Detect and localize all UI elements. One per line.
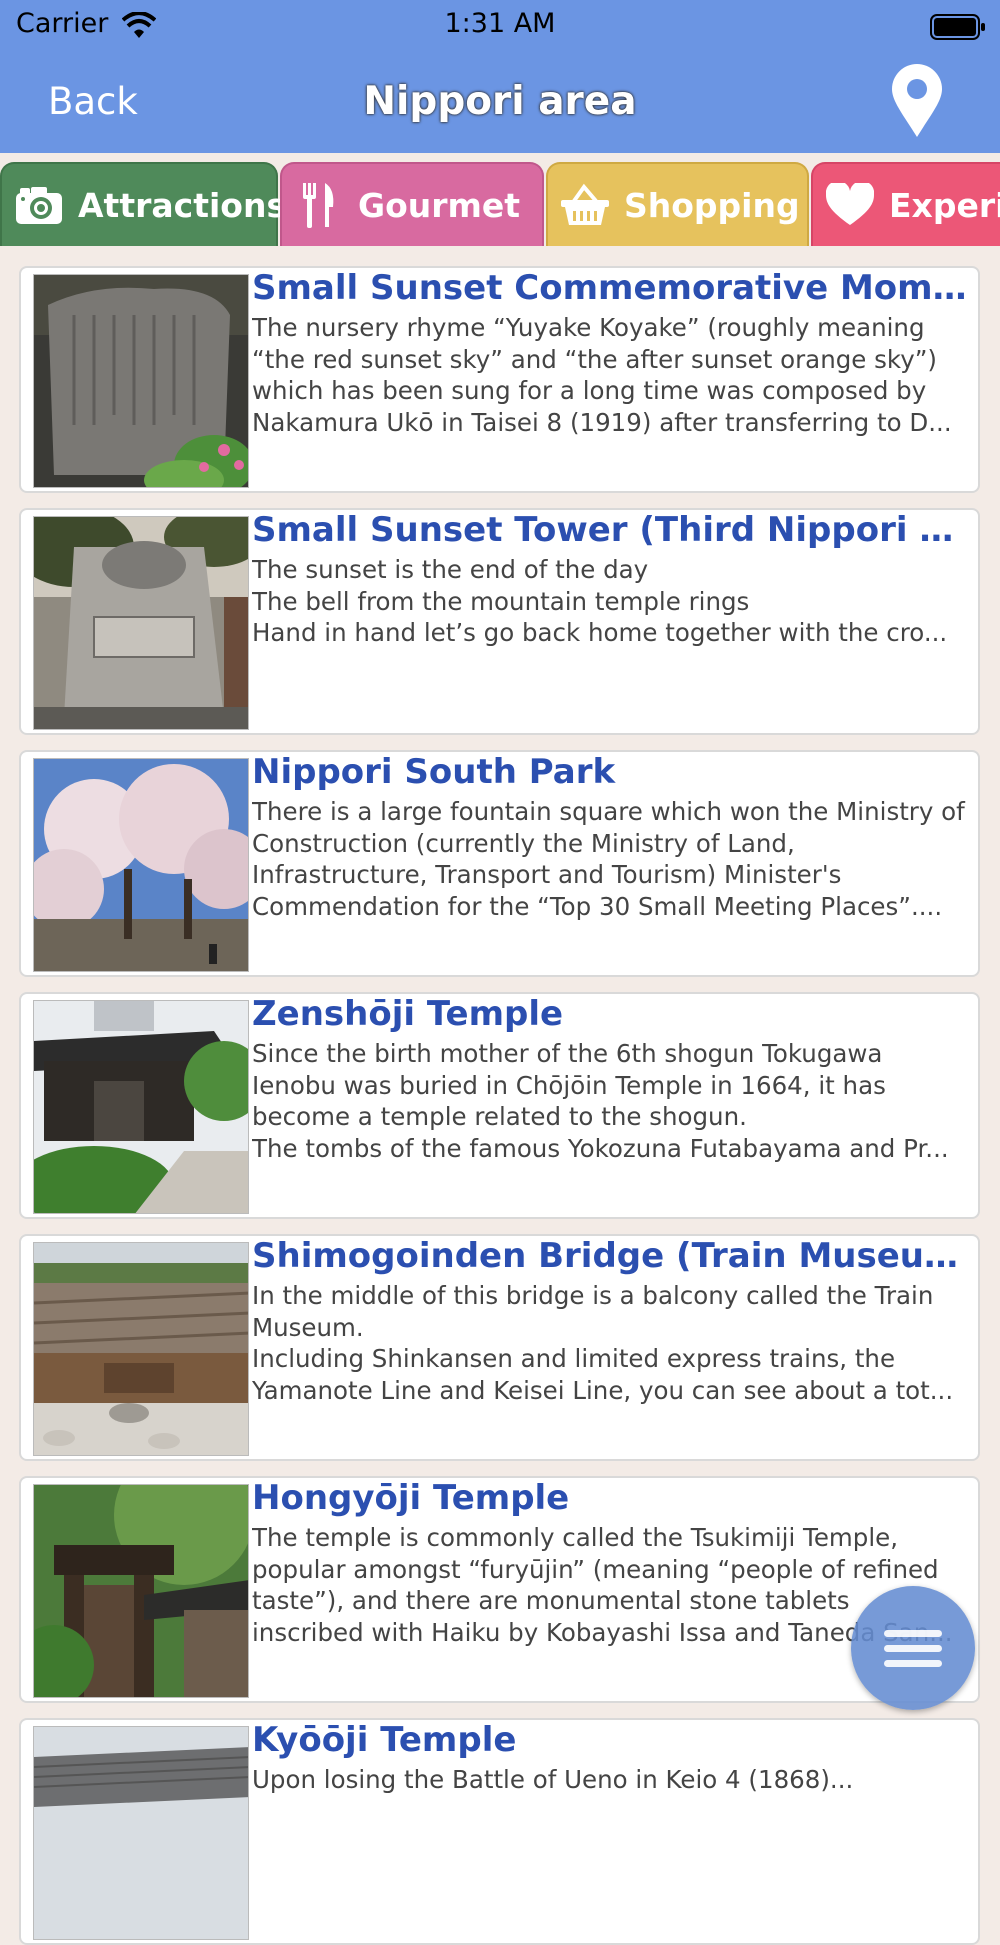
item-description: The nursery rhyme “Yuyake Koyake” (rough… [252, 313, 952, 437]
tab-shopping-label: Shopping [624, 185, 800, 225]
item-title: Small Sunset Commemorative Momume... [252, 268, 972, 308]
navigation-bar: Back Nippori area [0, 55, 1000, 150]
item-description: Upon losing the Battle of Ueno in Keio 4… [252, 1765, 854, 1794]
status-time: 1:31 AM [444, 8, 556, 39]
header-bar: Carrier 1:31 AM Back Nippori area [0, 0, 1000, 153]
tab-experience[interactable]: Experie [811, 162, 1000, 246]
list-item[interactable]: Small Sunset Commemorative Momume... The… [19, 266, 980, 493]
camera-icon [14, 181, 64, 229]
list-item[interactable]: Kyōōji Temple Upon losing the Battle of … [19, 1718, 980, 1945]
fork-knife-icon [294, 181, 344, 229]
thumbnail-image [33, 1242, 249, 1456]
item-description: There is a large fountain square which w… [252, 797, 965, 921]
item-title: Shimogoinden Bridge (Train Museum) [252, 1236, 972, 1276]
list-item[interactable]: Hongyōji Temple The temple is commonly c… [19, 1476, 980, 1703]
basket-icon [560, 181, 610, 229]
thumbnail-image [33, 1484, 249, 1698]
status-bar: Carrier 1:31 AM [0, 6, 1000, 46]
item-title: Kyōōji Temple [252, 1720, 517, 1760]
category-tabs: Attractions Gourmet Shopping Exper [0, 162, 1000, 246]
item-description: Since the birth mother of the 6th shogun… [252, 1039, 949, 1163]
battery-icon [930, 14, 985, 40]
thumbnail-image [33, 1000, 249, 1214]
tab-attractions-label: Attractions [78, 185, 287, 225]
list-item[interactable]: Zenshōji Temple Since the birth mother o… [19, 992, 980, 1219]
thumbnail-image [33, 1726, 249, 1940]
list-item[interactable]: Small Sunset Tower (Third Nippori Elem..… [19, 508, 980, 735]
map-pin-icon[interactable] [890, 63, 944, 139]
tab-attractions[interactable]: Attractions [0, 162, 286, 246]
item-description: The sunset is the end of the day The bel… [252, 555, 948, 648]
tab-shopping[interactable]: Shopping [546, 162, 809, 246]
hamburger-menu-icon[interactable] [851, 1586, 975, 1710]
tab-experience-label: Experie [889, 185, 1000, 225]
item-title: Hongyōji Temple [252, 1478, 570, 1518]
list-item[interactable]: Shimogoinden Bridge (Train Museum) In th… [19, 1234, 980, 1461]
heart-icon [825, 181, 875, 229]
item-description: In the middle of this bridge is a balcon… [252, 1281, 954, 1405]
item-title: Nippori South Park [252, 752, 616, 792]
item-title: Small Sunset Tower (Third Nippori Elem..… [252, 510, 972, 550]
item-title: Zenshōji Temple [252, 994, 564, 1034]
page-title: Nippori area [363, 79, 637, 124]
thumbnail-image [33, 758, 249, 972]
thumbnail-image [33, 274, 249, 488]
list-item[interactable]: Nippori South Park There is a large foun… [19, 750, 980, 977]
thumbnail-image [33, 516, 249, 730]
tab-gourmet-label: Gourmet [358, 185, 521, 225]
tab-gourmet[interactable]: Gourmet [280, 162, 544, 246]
